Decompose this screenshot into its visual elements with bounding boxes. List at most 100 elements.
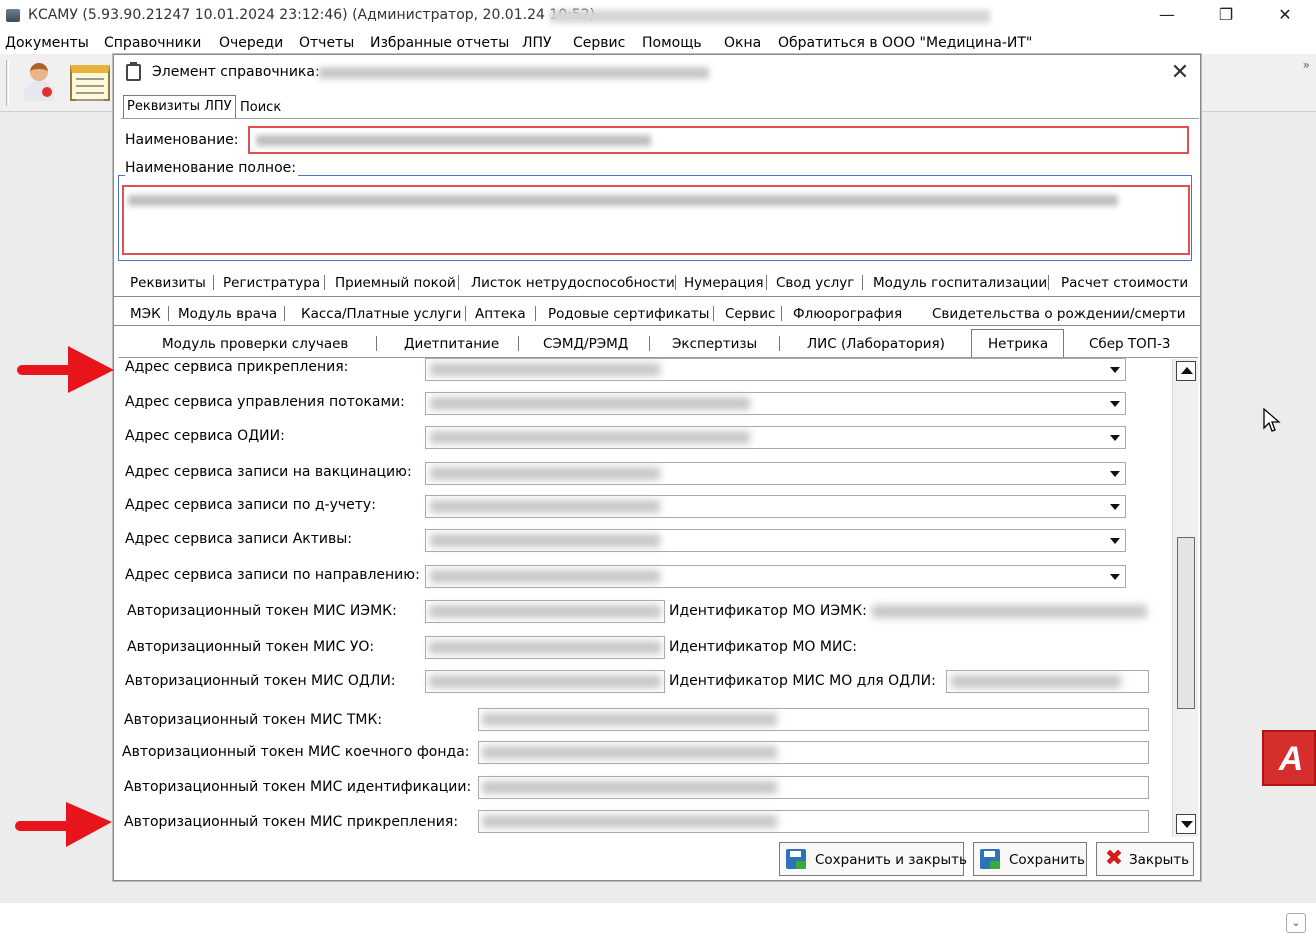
tab-case-check[interactable]: Модуль проверки случаев	[162, 336, 348, 352]
field-label: Адрес сервиса записи по направлению:	[125, 567, 420, 583]
window-title: КСАМУ (5.93.90.21247 10.01.2024 23:12:46…	[28, 7, 596, 23]
status-bar	[0, 903, 1316, 939]
tab-pharmacy[interactable]: Аптека	[475, 306, 526, 322]
tab-numbering[interactable]: Нумерация	[684, 275, 764, 291]
flow-service-combo[interactable]	[425, 392, 1126, 415]
tab-search[interactable]: Поиск	[237, 97, 284, 119]
tab-requisites[interactable]: Реквизиты	[130, 275, 206, 291]
directory-element-dialog: Элемент справочника: ✕ Реквизиты ЛПУ Пои…	[113, 54, 1201, 881]
menu-help[interactable]: Помощь	[642, 35, 702, 51]
field-label: Адрес сервиса ОДИИ:	[125, 428, 285, 444]
tab-service[interactable]: Сервис	[725, 306, 775, 322]
menu-reports[interactable]: Отчеты	[299, 35, 354, 51]
tab-semd[interactable]: СЭМД/РЭМД	[543, 336, 628, 352]
close-x-icon: ✖	[1104, 846, 1124, 871]
annotation-arrow	[17, 346, 114, 393]
tab-mek[interactable]: МЭК	[130, 306, 161, 322]
field-label: Авторизационный токен МИС коечного фонда…	[122, 744, 470, 760]
menu-documents[interactable]: Документы	[5, 35, 89, 51]
tab-admission[interactable]: Приемный покой	[335, 275, 456, 291]
menu-lpu[interactable]: ЛПУ	[522, 35, 552, 51]
field-label: Авторизационный токен МИС прикрепления:	[124, 814, 459, 830]
tab-row-1: Реквизиты Регистратура Приемный покой Ли…	[114, 266, 1200, 296]
save-button[interactable]: Сохранить	[973, 842, 1087, 876]
attach-token-input[interactable]	[478, 810, 1149, 833]
iemk-token-input[interactable]	[425, 600, 665, 623]
tab-lis[interactable]: ЛИС (Лаборатория)	[807, 336, 945, 352]
close-button[interactable]: ✖ Закрыть	[1096, 842, 1194, 876]
tab-divider	[121, 118, 1199, 119]
document-icon	[126, 62, 141, 81]
save-and-close-button[interactable]: Сохранить и закрыть	[779, 842, 967, 876]
field-label: Адрес сервиса прикрепления:	[125, 359, 349, 375]
tab-fluorography[interactable]: Флюорография	[793, 306, 902, 322]
field-label: Авторизационный токен МИС ТМК:	[124, 712, 383, 728]
redacted-title-text	[550, 10, 990, 23]
bed-fund-token-input[interactable]	[478, 741, 1149, 764]
tab-expertise[interactable]: Экспертизы	[672, 336, 757, 352]
tab-doctor-module[interactable]: Модуль врача	[178, 306, 277, 322]
odii-service-combo[interactable]	[425, 426, 1126, 449]
netrika-panel[interactable]: Адрес сервиса прикрепления: Адрес сервис…	[118, 357, 1198, 837]
fullname-label: Наименование полное:	[125, 160, 298, 176]
menu-service[interactable]: Сервис	[573, 35, 625, 51]
toolbar-overflow-icon[interactable]: »	[1303, 58, 1310, 72]
actives-service-combo[interactable]	[425, 529, 1126, 552]
tab-birth-death-certificates[interactable]: Свидетельства о рождении/смерти	[932, 306, 1186, 322]
tab-row-2: МЭК Модуль врача Касса/Платные услуги Ап…	[114, 297, 1200, 327]
redacted-dialog-title	[319, 67, 709, 79]
uo-token-input[interactable]	[425, 636, 665, 659]
annotation-arrow	[15, 802, 112, 847]
toolbar-grip[interactable]	[6, 60, 9, 106]
scroll-up-button[interactable]	[1176, 361, 1196, 381]
tab-netrika[interactable]: Нетрика	[988, 336, 1048, 352]
menu-contact[interactable]: Обратиться в ООО "Медицина-ИТ"	[778, 35, 1032, 51]
vertical-scrollbar[interactable]	[1172, 359, 1198, 837]
name-label: Наименование:	[125, 132, 239, 148]
field-label: Идентификатор МО ИЭМК:	[669, 603, 867, 619]
notepad-icon[interactable]	[70, 65, 110, 101]
tab-registry[interactable]: Регистратура	[223, 275, 320, 291]
field-label: Адрес сервиса записи Активы:	[125, 531, 353, 547]
save-icon	[980, 849, 1000, 869]
tab-lpu-requisites[interactable]: Реквизиты ЛПУ	[123, 95, 236, 119]
field-label: Адрес сервиса управления потоками:	[125, 394, 405, 410]
name-input[interactable]	[248, 126, 1189, 154]
menu-favorite-reports[interactable]: Избранные отчеты	[370, 35, 509, 51]
attach-service-combo[interactable]	[425, 358, 1126, 381]
tab-cashier[interactable]: Касса/Платные услуги	[301, 306, 461, 322]
title-bar: КСАМУ (5.93.90.21247 10.01.2024 23:12:46…	[0, 0, 1316, 32]
tab-sber-top3[interactable]: Сбер ТОП-3	[1089, 336, 1170, 352]
close-window-button[interactable]: ✕	[1262, 0, 1308, 32]
tab-cost[interactable]: Расчет стоимости	[1061, 275, 1188, 291]
minimize-button[interactable]: —	[1144, 0, 1190, 32]
restore-button[interactable]: ❐	[1203, 0, 1249, 32]
dialog-title: Элемент справочника:	[152, 64, 320, 80]
chevron-down-icon[interactable]: ⌄	[1286, 913, 1306, 933]
referral-service-combo[interactable]	[425, 565, 1126, 588]
menu-directories[interactable]: Справочники	[104, 35, 201, 51]
tmk-token-input[interactable]	[478, 708, 1149, 731]
tab-sick-leave[interactable]: Листок нетрудоспособности	[471, 275, 675, 291]
menu-queues[interactable]: Очереди	[219, 35, 283, 51]
odli-token-input[interactable]	[425, 670, 665, 693]
fullname-input[interactable]	[122, 185, 1190, 255]
scroll-thumb[interactable]	[1177, 537, 1195, 709]
odli-mis-id-input[interactable]	[946, 670, 1149, 693]
field-label: Авторизационный токен МИС ОДЛИ:	[125, 673, 396, 689]
menu-windows[interactable]: Окна	[724, 35, 761, 51]
scroll-down-button[interactable]	[1176, 814, 1196, 834]
iemk-mo-id-input[interactable]	[869, 600, 1149, 623]
tab-diet[interactable]: Диетпитание	[404, 336, 499, 352]
side-app-icon[interactable]: A	[1262, 730, 1316, 786]
doctor-icon[interactable]	[20, 61, 58, 101]
tab-hospitalization[interactable]: Модуль госпитализации	[873, 275, 1047, 291]
tab-services[interactable]: Свод услуг	[776, 275, 854, 291]
identification-token-input[interactable]	[478, 776, 1149, 799]
dialog-close-button[interactable]: ✕	[1164, 58, 1196, 88]
vaccination-service-combo[interactable]	[425, 462, 1126, 485]
tab-birth-certificates[interactable]: Родовые сертификаты	[548, 306, 709, 322]
field-label: Адрес сервиса записи по д-учету:	[125, 497, 376, 513]
dispensary-service-combo[interactable]	[425, 495, 1126, 518]
dialog-header: Элемент справочника: ✕	[114, 55, 1200, 91]
